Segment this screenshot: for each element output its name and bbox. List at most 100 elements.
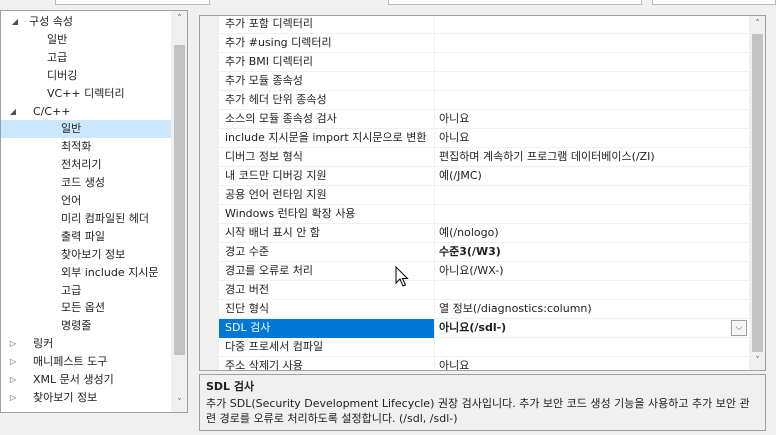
property-name: 다중 프로세서 컴파일 bbox=[219, 338, 435, 357]
property-grid[interactable]: ˄ ˅ 추가 포함 디렉터리 추가 #using 디렉터리 추가 BMI 디렉터리 추… bbox=[199, 15, 766, 371]
scroll-down-icon[interactable]: ˅ bbox=[749, 353, 765, 370]
tree-item[interactable]: VC++ 디렉터리 bbox=[1, 85, 171, 103]
tree-item[interactable]: 명령줄 bbox=[1, 317, 171, 335]
property-value[interactable]: 아니요 bbox=[435, 129, 749, 148]
property-value[interactable] bbox=[435, 16, 749, 34]
scroll-up-icon[interactable]: ˄ bbox=[749, 16, 765, 33]
tree-item[interactable]: 외부 include 지시문 bbox=[1, 264, 171, 282]
property-tree[interactable]: ˄ ˅ ◢ 구성 속성 일반 고급 디버깅 VC++ 디렉터리 ◢ C/C++ 일반 최적화 전처리… bbox=[0, 10, 188, 413]
property-row[interactable]: 공용 언어 런타임 지원 bbox=[219, 186, 749, 205]
description-panel: SDL 검사 추가 SDL(Security Development Lifec… bbox=[199, 374, 766, 431]
property-row[interactable]: include 지시문을 import 지시문으로 변환 아니요 bbox=[219, 129, 749, 148]
property-name: 추가 모듈 종속성 bbox=[219, 72, 435, 91]
top-strip bbox=[0, 0, 776, 6]
tree-item[interactable]: 미리 컴파일된 헤더 bbox=[1, 210, 171, 228]
tree-item[interactable]: 고급 bbox=[1, 282, 171, 300]
collapse-arrow-icon[interactable]: ◢ bbox=[7, 103, 19, 121]
property-row[interactable]: 내 코드만 디버깅 지원 예(/JMC) bbox=[219, 167, 749, 186]
tree-item[interactable]: 찾아보기 정보 bbox=[1, 246, 171, 264]
property-value[interactable]: 예(/nologo) bbox=[435, 224, 749, 243]
property-value[interactable] bbox=[435, 338, 749, 357]
property-name: 디버그 정보 형식 bbox=[219, 148, 435, 167]
property-value[interactable] bbox=[435, 205, 749, 224]
property-row[interactable]: 추가 헤더 단위 종속성 bbox=[219, 91, 749, 110]
dropdown-arrow-icon[interactable]: ⌵ bbox=[731, 320, 747, 336]
property-name: 추가 BMI 디렉터리 bbox=[219, 53, 435, 72]
scroll-down-icon[interactable]: ˅ bbox=[171, 395, 187, 412]
property-value[interactable]: 아니요 bbox=[435, 357, 749, 370]
tree-item[interactable]: ▷ 찾아보기 정보 bbox=[1, 389, 171, 407]
tree-item-label: 고급 bbox=[61, 283, 82, 297]
property-value[interactable] bbox=[435, 53, 749, 72]
tree-item-label: 명령줄 bbox=[61, 319, 92, 333]
property-name: 추가 헤더 단위 종속성 bbox=[219, 91, 435, 110]
property-row[interactable]: 추가 #using 디렉터리 bbox=[219, 34, 749, 53]
collapse-arrow-icon[interactable]: ◢ bbox=[9, 13, 21, 31]
description-text: 추가 SDL(Security Development Lifecycle) 권… bbox=[206, 397, 750, 425]
tree-item-label: 일반 bbox=[47, 32, 68, 46]
property-row[interactable]: 디버그 정보 형식 편집하며 계속하기 프로그램 데이터베이스(/ZI) bbox=[219, 148, 749, 167]
property-name: 주소 삭제기 사용 bbox=[219, 357, 435, 370]
tree-item-label: 언어 bbox=[61, 194, 82, 207]
tree-item[interactable]: ◢ C/C++ bbox=[1, 103, 171, 121]
expand-arrow-icon[interactable]: ▷ bbox=[7, 353, 19, 371]
tree-item[interactable]: ◢ 구성 속성 bbox=[1, 13, 171, 31]
scroll-up-icon[interactable]: ˄ bbox=[171, 11, 187, 28]
tree-item-label: C/C++ bbox=[33, 104, 71, 118]
tree-item[interactable]: ▷ XML 문서 생성기 bbox=[1, 371, 171, 389]
expand-arrow-icon[interactable]: ▷ bbox=[7, 371, 19, 389]
tree-item[interactable]: 일반 bbox=[1, 120, 171, 139]
expand-arrow-icon[interactable]: ▷ bbox=[7, 335, 19, 353]
property-value[interactable] bbox=[435, 281, 749, 300]
scroll-thumb[interactable] bbox=[174, 45, 185, 355]
tree-item[interactable]: 디버깅 bbox=[1, 67, 171, 85]
tree-item-label: 구성 속성 bbox=[29, 15, 73, 28]
property-row[interactable]: 시작 배너 표시 안 함 예(/nologo) bbox=[219, 224, 749, 243]
tree-item[interactable]: 출력 파일 bbox=[1, 228, 171, 246]
scroll-thumb[interactable] bbox=[752, 34, 763, 352]
tree-item[interactable]: ▷ 매니페스트 도구 bbox=[1, 353, 171, 371]
property-value[interactable]: 아니요(/sdl-) bbox=[435, 319, 749, 338]
tree-item[interactable]: 일반 bbox=[1, 31, 171, 49]
property-value[interactable]: 수준3(/W3) bbox=[435, 243, 749, 262]
property-row[interactable]: 경고를 오류로 처리 아니요(/WX-) bbox=[219, 262, 749, 281]
tree-item-label: 찾아보기 정보 bbox=[33, 390, 98, 404]
property-row[interactable]: 추가 포함 디렉터리 bbox=[219, 16, 749, 34]
property-row[interactable]: 다중 프로세서 컴파일 bbox=[219, 338, 749, 357]
grid-scrollbar[interactable]: ˄ ˅ bbox=[749, 16, 765, 370]
property-value[interactable] bbox=[435, 91, 749, 110]
property-row[interactable]: 주소 삭제기 사용 아니요 bbox=[219, 357, 749, 370]
property-value[interactable] bbox=[435, 186, 749, 205]
tree-item-label: 고급 bbox=[47, 50, 68, 64]
property-row[interactable]: 진단 형식 열 정보(/diagnostics:column) bbox=[219, 300, 749, 319]
property-value[interactable]: 열 정보(/diagnostics:column) bbox=[435, 300, 749, 319]
expand-arrow-icon[interactable]: ▷ bbox=[7, 389, 19, 407]
property-row[interactable]: 경고 수준 수준3(/W3) bbox=[219, 243, 749, 262]
tree-item-label: 미리 컴파일된 헤더 bbox=[61, 211, 149, 225]
property-row[interactable]: Windows 런타임 확장 사용 bbox=[219, 205, 749, 224]
tree-item[interactable]: 최적화 bbox=[1, 138, 171, 156]
property-value[interactable]: 아니요(/WX-) bbox=[435, 262, 749, 281]
property-value[interactable]: 편집하며 계속하기 프로그램 데이터베이스(/ZI) bbox=[435, 148, 749, 167]
property-name: 시작 배너 표시 안 함 bbox=[219, 224, 435, 243]
property-name: 내 코드만 디버깅 지원 bbox=[219, 167, 435, 186]
tree-item-label: 전처리기 bbox=[61, 158, 102, 172]
property-value[interactable] bbox=[435, 72, 749, 91]
tree-item[interactable]: 전처리기 bbox=[1, 156, 171, 174]
tree-item[interactable]: 모든 옵션 bbox=[1, 299, 171, 317]
tree-item-label: 출력 파일 bbox=[61, 229, 105, 243]
tree-item[interactable]: 코드 생성 bbox=[1, 174, 171, 192]
property-value[interactable]: 아니요 bbox=[435, 110, 749, 129]
tree-item[interactable]: 고급 bbox=[1, 49, 171, 67]
description-title: SDL 검사 bbox=[206, 380, 255, 393]
property-row[interactable]: SDL 검사 아니요(/sdl-) ⌵ bbox=[219, 319, 749, 338]
property-value[interactable]: 예(/JMC) bbox=[435, 167, 749, 186]
property-row[interactable]: 경고 버전 bbox=[219, 281, 749, 300]
property-row[interactable]: 추가 BMI 디렉터리 bbox=[219, 53, 749, 72]
property-value[interactable] bbox=[435, 34, 749, 53]
property-row[interactable]: 소스의 모듈 종속성 검사 아니요 bbox=[219, 110, 749, 129]
tree-item[interactable]: 언어 bbox=[1, 192, 171, 210]
tree-scrollbar[interactable]: ˄ ˅ bbox=[171, 11, 187, 412]
property-row[interactable]: 추가 모듈 종속성 bbox=[219, 72, 749, 91]
tree-item[interactable]: ▷ 링커 bbox=[1, 335, 171, 353]
